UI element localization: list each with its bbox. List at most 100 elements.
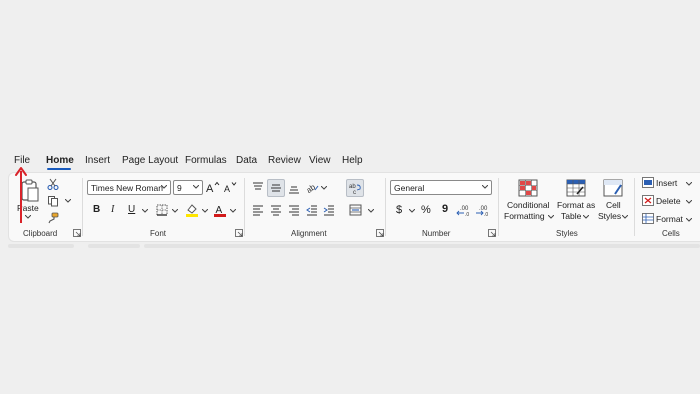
chevron-down-icon	[686, 218, 692, 222]
align-middle-icon	[271, 184, 281, 192]
formula-controls-edge	[88, 244, 140, 248]
align-right-button[interactable]	[286, 202, 302, 218]
number-format-value: General	[394, 183, 425, 193]
percent-button[interactable]: %	[421, 204, 431, 216]
format-painter-icon	[48, 212, 59, 224]
cut-button[interactable]	[45, 176, 61, 192]
align-middle-button[interactable]	[267, 179, 285, 197]
decrease-decimal-icon: .00.0	[476, 206, 488, 216]
chevron-down-icon	[686, 182, 692, 186]
fill-color-icon	[186, 204, 198, 217]
clipboard-group-label: Clipboard	[23, 229, 58, 238]
active-tab-indicator	[47, 168, 71, 170]
delete-cells-button[interactable]: Delete	[640, 194, 700, 208]
chevron-down-icon[interactable]	[172, 209, 178, 213]
chevron-down-icon[interactable]	[202, 209, 208, 213]
align-left-icon	[253, 205, 263, 216]
delete-label: Delete	[656, 196, 681, 206]
decrease-indent-button[interactable]	[304, 202, 320, 218]
underline-button[interactable]: U	[128, 204, 135, 215]
group-separator	[498, 178, 499, 236]
align-top-icon	[253, 182, 263, 190]
decrease-indent-icon	[306, 205, 317, 216]
conditional-formatting-icon	[518, 179, 538, 197]
tab-insert[interactable]: Insert	[85, 155, 110, 166]
cell-styles-label-2: Styles	[598, 211, 622, 221]
cell-styles-button[interactable]: Cell Styles	[598, 177, 630, 225]
tab-formulas[interactable]: Formulas	[185, 155, 227, 166]
dialog-launcher-icon[interactable]	[73, 229, 81, 237]
increase-indent-button[interactable]	[321, 202, 337, 218]
number-format-select[interactable]: General	[390, 180, 492, 195]
cells-group-label: Cells	[662, 229, 680, 238]
styles-group-label: Styles	[556, 229, 578, 238]
dialog-launcher-icon[interactable]	[488, 229, 496, 237]
svg-text:A: A	[224, 184, 230, 193]
group-separator	[244, 178, 245, 236]
borders-icon	[156, 204, 168, 216]
copy-button[interactable]	[45, 193, 61, 209]
align-center-button[interactable]	[268, 202, 284, 218]
insert-cells-icon	[642, 177, 654, 188]
chevron-down-icon[interactable]	[65, 199, 71, 203]
borders-button[interactable]	[154, 202, 170, 218]
format-label: Format	[656, 214, 683, 224]
format-as-table-label-1: Format as	[557, 200, 596, 210]
tab-home[interactable]: Home	[46, 155, 74, 166]
bold-button[interactable]: B	[93, 204, 100, 215]
merge-center-button[interactable]	[347, 202, 363, 218]
tab-help[interactable]: Help	[342, 155, 363, 166]
conditional-formatting-label-1: Conditional	[507, 200, 550, 210]
dialog-launcher-icon[interactable]	[235, 229, 243, 237]
conditional-formatting-button[interactable]: Conditional Formatting	[502, 177, 554, 225]
name-box-edge	[8, 244, 74, 248]
increase-decimal-button[interactable]: .00.0	[456, 202, 472, 218]
increase-font-button[interactable]: A	[205, 179, 221, 195]
chevron-down-icon[interactable]	[321, 186, 327, 190]
group-separator	[634, 178, 635, 236]
tab-review[interactable]: Review	[268, 155, 301, 166]
conditional-formatting-label-2: Formatting	[504, 211, 545, 221]
svg-text:.0: .0	[465, 212, 469, 216]
svg-text:ab: ab	[306, 182, 318, 193]
tab-page-layout[interactable]: Page Layout	[122, 155, 178, 166]
font-name-value: Times New Roman	[91, 183, 163, 193]
dialog-launcher-icon[interactable]	[376, 229, 384, 237]
format-as-table-button[interactable]: Format as Table	[556, 177, 598, 225]
align-center-icon	[271, 205, 281, 216]
font-color-button[interactable]: A	[212, 202, 228, 218]
align-bottom-button[interactable]	[286, 181, 302, 197]
decrease-decimal-button[interactable]: .00.0	[475, 202, 491, 218]
chevron-down-icon	[193, 185, 199, 189]
chevron-down-icon[interactable]	[409, 209, 415, 213]
format-cells-button[interactable]: Format	[640, 212, 700, 226]
orientation-button[interactable]: ab	[305, 179, 321, 195]
font-size-value: 9	[177, 183, 182, 193]
format-as-table-label-2: Table	[561, 211, 582, 221]
insert-cells-button[interactable]: Insert	[640, 176, 700, 190]
chevron-down-icon[interactable]	[230, 209, 236, 213]
format-painter-button[interactable]	[45, 210, 61, 226]
copy-icon	[48, 196, 58, 207]
chevron-down-icon[interactable]	[368, 209, 374, 213]
decrease-font-button[interactable]: A	[223, 179, 239, 195]
svg-text:.0: .0	[484, 212, 488, 216]
italic-button[interactable]: I	[111, 204, 114, 215]
increase-font-icon: A	[206, 181, 220, 193]
comma-style-button[interactable]: 9	[442, 203, 448, 215]
fill-color-button[interactable]	[184, 202, 200, 218]
wrap-text-button[interactable]: ab c	[346, 179, 364, 197]
chevron-down-icon	[482, 185, 488, 189]
tab-data[interactable]: Data	[236, 155, 257, 166]
font-name-select[interactable]: Times New Roman	[87, 180, 171, 195]
align-right-icon	[289, 205, 299, 216]
wrap-text-icon: abc	[349, 184, 361, 195]
font-size-select[interactable]: 9	[173, 180, 203, 195]
format-as-table-icon	[566, 179, 586, 197]
chevron-down-icon[interactable]	[142, 209, 148, 213]
align-left-button[interactable]	[250, 202, 266, 218]
tab-view[interactable]: View	[309, 155, 331, 166]
currency-button[interactable]: $	[396, 204, 402, 216]
align-top-button[interactable]	[250, 179, 266, 195]
group-separator	[385, 178, 386, 236]
